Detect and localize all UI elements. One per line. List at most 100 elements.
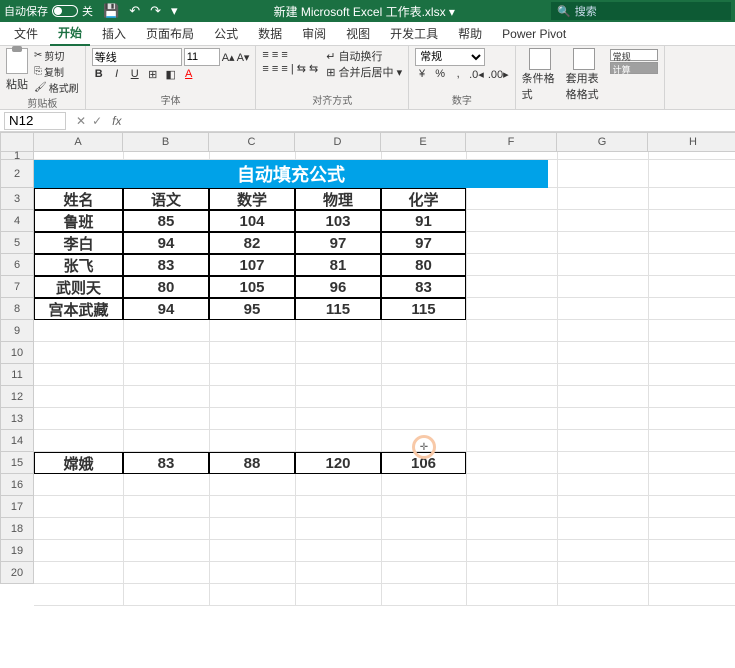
cell-A13[interactable] [34, 408, 123, 430]
row-header-6[interactable]: 6 [0, 254, 34, 276]
row-header-3[interactable]: 3 [0, 188, 34, 210]
style-calc[interactable]: 计算 [610, 62, 658, 74]
row-header-17[interactable]: 17 [0, 496, 34, 518]
cell-H8[interactable] [648, 298, 735, 320]
cell-D9[interactable] [295, 320, 381, 342]
cell-B8[interactable]: 94 [123, 298, 209, 320]
cell-B6[interactable]: 83 [123, 254, 209, 276]
cell-A5[interactable]: 李白 [34, 232, 123, 254]
cell-H5[interactable] [648, 232, 735, 254]
copy-button[interactable]: ⎘复制 [34, 64, 79, 79]
cell-F4[interactable] [466, 210, 557, 232]
cell-C21[interactable] [209, 584, 295, 606]
cell-A14[interactable] [34, 430, 123, 452]
cell-A21[interactable] [34, 584, 123, 606]
cell-G18[interactable] [557, 518, 648, 540]
cell-D5[interactable]: 97 [295, 232, 381, 254]
tab-view[interactable]: 视图 [338, 22, 378, 45]
cell-D10[interactable] [295, 342, 381, 364]
cell-F5[interactable] [466, 232, 557, 254]
cell-A6[interactable]: 张飞 [34, 254, 123, 276]
cell-D19[interactable] [295, 540, 381, 562]
cell-C12[interactable] [209, 386, 295, 408]
tab-powerpivot[interactable]: Power Pivot [494, 24, 574, 44]
row-header-1[interactable]: 1 [0, 152, 34, 160]
cell-G2[interactable] [557, 160, 648, 188]
cell-B11[interactable] [123, 364, 209, 386]
cell-H18[interactable] [648, 518, 735, 540]
cell-H1[interactable] [648, 152, 735, 160]
cell-B5[interactable]: 94 [123, 232, 209, 254]
cell-B10[interactable] [123, 342, 209, 364]
cell-D3[interactable]: 物理 [295, 188, 381, 210]
cell-F18[interactable] [466, 518, 557, 540]
cell-G10[interactable] [557, 342, 648, 364]
cell-F21[interactable] [466, 584, 557, 606]
row-header-12[interactable]: 12 [0, 386, 34, 408]
cell-C7[interactable]: 105 [209, 276, 295, 298]
bold-button[interactable]: B [92, 68, 106, 81]
align-left-icon[interactable]: ≡ ≡ ≡ | ⇆ ⇆ [262, 62, 318, 75]
fx-icon[interactable]: fx [108, 114, 125, 128]
cell-A16[interactable] [34, 474, 123, 496]
cell-G8[interactable] [557, 298, 648, 320]
cell-A20[interactable] [34, 562, 123, 584]
increase-font-icon[interactable]: A▴ [222, 51, 235, 64]
cell-A10[interactable] [34, 342, 123, 364]
wrap-text-button[interactable]: ↵ 自动换行 [326, 48, 402, 64]
cell-F6[interactable] [466, 254, 557, 276]
col-header-C[interactable]: C [209, 132, 295, 152]
cell-F20[interactable] [466, 562, 557, 584]
border-button[interactable]: ⊞ [146, 68, 160, 81]
cell-E18[interactable] [381, 518, 466, 540]
col-header-H[interactable]: H [648, 132, 735, 152]
redo-icon[interactable]: ↷ [150, 3, 161, 19]
cell-B16[interactable] [123, 474, 209, 496]
cell-A4[interactable]: 鲁班 [34, 210, 123, 232]
cell-F16[interactable] [466, 474, 557, 496]
col-header-F[interactable]: F [466, 132, 557, 152]
row-header-8[interactable]: 8 [0, 298, 34, 320]
cell-D17[interactable] [295, 496, 381, 518]
cell-H4[interactable] [648, 210, 735, 232]
cell-G20[interactable] [557, 562, 648, 584]
comma-icon[interactable]: , [451, 68, 465, 81]
font-color-button[interactable]: A [182, 68, 196, 81]
cell-H3[interactable] [648, 188, 735, 210]
row-header-4[interactable]: 4 [0, 210, 34, 232]
cell-C8[interactable]: 95 [209, 298, 295, 320]
cell-H10[interactable] [648, 342, 735, 364]
cell-F13[interactable] [466, 408, 557, 430]
save-icon[interactable]: 💾 [103, 3, 119, 19]
cell-G9[interactable] [557, 320, 648, 342]
row-header-2[interactable]: 2 [0, 160, 34, 188]
cell-D13[interactable] [295, 408, 381, 430]
cell-C14[interactable] [209, 430, 295, 452]
name-box[interactable] [4, 112, 66, 130]
cell-E8[interactable]: 115 [381, 298, 466, 320]
cell-D11[interactable] [295, 364, 381, 386]
cell-E20[interactable] [381, 562, 466, 584]
cell-C10[interactable] [209, 342, 295, 364]
cell-D6[interactable]: 81 [295, 254, 381, 276]
cell-H14[interactable] [648, 430, 735, 452]
cell-F1[interactable] [466, 152, 557, 160]
cell-F12[interactable] [466, 386, 557, 408]
cell-G13[interactable] [557, 408, 648, 430]
increase-decimal-icon[interactable]: .0◂ [469, 68, 484, 81]
style-normal[interactable]: 常规 [610, 49, 658, 61]
format-painter-button[interactable]: 🖌格式刷 [34, 80, 79, 95]
merged-title[interactable]: 自动填充公式 [34, 160, 548, 188]
autosave-toggle[interactable]: 自动保存 关 [4, 3, 93, 19]
cell-A11[interactable] [34, 364, 123, 386]
row-header-19[interactable]: 19 [0, 540, 34, 562]
cell-B14[interactable] [123, 430, 209, 452]
cell-D12[interactable] [295, 386, 381, 408]
tab-insert[interactable]: 插入 [94, 22, 134, 45]
format-as-table-button[interactable]: 套用表格格式 [566, 48, 602, 102]
cell-E21[interactable] [381, 584, 466, 606]
cell-B13[interactable] [123, 408, 209, 430]
cell-D1[interactable] [295, 152, 381, 160]
cell-H17[interactable] [648, 496, 735, 518]
cell-A12[interactable] [34, 386, 123, 408]
